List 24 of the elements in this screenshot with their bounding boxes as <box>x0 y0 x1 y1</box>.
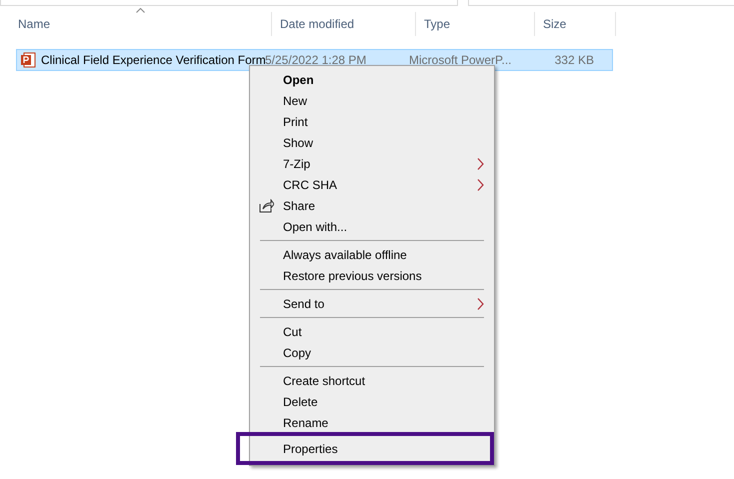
file-name: Clinical Field Experience Verification Form <box>41 53 266 67</box>
type-cell-text: Microsoft PowerP... <box>408 53 512 67</box>
column-header[interactable]: Size <box>535 12 616 36</box>
menu-item[interactable]: Print <box>250 111 494 132</box>
menu-item[interactable]: CRC SHA <box>250 174 494 195</box>
menu-item[interactable]: Restore previous versions <box>250 265 494 286</box>
menu-item[interactable]: Delete <box>250 391 494 412</box>
menu-item[interactable]: Open <box>250 69 494 90</box>
menu-item[interactable]: Open with... <box>250 216 494 237</box>
column-header[interactable]: Type <box>416 12 535 36</box>
menu-item[interactable]: Send to <box>250 293 494 314</box>
size-cell-text: 332 KB <box>554 53 595 67</box>
menu-item[interactable]: 7-Zip <box>250 153 494 174</box>
menu-item[interactable]: Always available offline <box>250 244 494 265</box>
column-header[interactable]: Date modified <box>272 12 416 36</box>
menu-item[interactable]: Cut <box>250 321 494 342</box>
menu-item[interactable]: Share <box>250 195 494 216</box>
menu-item[interactable]: Create shortcut <box>250 370 494 391</box>
menu-item[interactable]: Show <box>250 132 494 153</box>
menu-item[interactable]: New <box>250 90 494 111</box>
menu-item[interactable]: Copy <box>250 342 494 363</box>
menu-item[interactable]: Rename <box>250 412 494 433</box>
presentation-file-icon <box>20 52 36 68</box>
column-header[interactable]: Name <box>18 12 272 36</box>
